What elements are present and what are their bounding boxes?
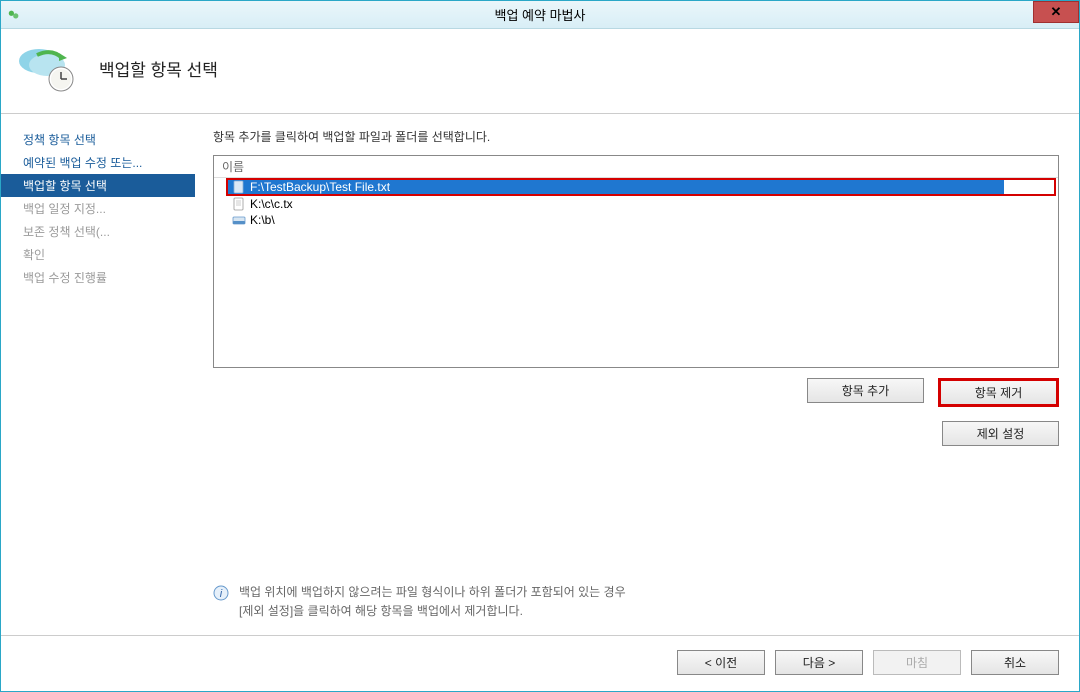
main-panel: 항목 추가를 클릭하여 백업할 파일과 폴더를 선택합니다. 이름 F:\Tes… xyxy=(195,114,1079,635)
list-item-label: K:\c\c.tx xyxy=(250,197,293,211)
list-item-label: F:\TestBackup\Test File.txt xyxy=(250,180,390,194)
next-button[interactable]: 다음 > xyxy=(775,650,863,675)
drive-icon xyxy=(232,213,246,227)
body: 정책 항목 선택 예약된 백업 수정 또는... 백업할 항목 선택 백업 일정… xyxy=(1,114,1079,635)
page-title: 백업할 항목 선택 xyxy=(99,56,218,81)
titlebar: 백업 예약 마법사 ✕ xyxy=(1,1,1079,29)
sidebar-item-retention: 보존 정책 선택(... xyxy=(1,220,195,243)
list-item-label: K:\b\ xyxy=(250,213,275,227)
sidebar-item-policy[interactable]: 정책 항목 선택 xyxy=(1,128,195,151)
list-column-header: 이름 xyxy=(214,156,1058,178)
previous-button[interactable]: < 이전 xyxy=(677,650,765,675)
close-icon: ✕ xyxy=(1051,4,1062,20)
items-listbox[interactable]: 이름 F:\TestBackup\Test File.txt K:\c\c.tx xyxy=(213,155,1059,368)
cancel-button[interactable]: 취소 xyxy=(971,650,1059,675)
button-row-1: 항목 추가 항목 제거 xyxy=(213,378,1059,407)
info-area: i 백업 위치에 백업하지 않으려는 파일 형식이나 하위 폴더가 포함되어 있… xyxy=(213,575,1059,635)
list-item[interactable]: F:\TestBackup\Test File.txt xyxy=(226,178,1056,196)
sidebar-item-select-items[interactable]: 백업할 항목 선택 xyxy=(1,174,195,197)
close-button[interactable]: ✕ xyxy=(1033,1,1079,23)
sidebar: 정책 항목 선택 예약된 백업 수정 또는... 백업할 항목 선택 백업 일정… xyxy=(1,114,195,635)
footer: < 이전 다음 > 마침 취소 xyxy=(1,635,1079,691)
file-icon xyxy=(232,180,246,194)
wizard-window: 백업 예약 마법사 ✕ 백업할 항목 선택 정책 항목 선택 예약된 백업 수정… xyxy=(0,0,1080,692)
wizard-header: 백업할 항목 선택 xyxy=(1,29,1079,113)
list-item[interactable]: K:\b\ xyxy=(214,212,1058,228)
sidebar-item-confirm: 확인 xyxy=(1,243,195,266)
header-icon xyxy=(17,43,79,93)
finish-button: 마침 xyxy=(873,650,961,675)
app-icon xyxy=(7,8,21,22)
sidebar-item-modify[interactable]: 예약된 백업 수정 또는... xyxy=(1,151,195,174)
info-text: 백업 위치에 백업하지 않으려는 파일 형식이나 하위 폴더가 포함되어 있는 … xyxy=(239,583,626,621)
remove-item-button[interactable]: 항목 제거 xyxy=(938,378,1059,407)
instruction-text: 항목 추가를 클릭하여 백업할 파일과 폴더를 선택합니다. xyxy=(213,128,1059,145)
file-icon xyxy=(232,197,246,211)
window-title: 백업 예약 마법사 xyxy=(495,5,586,24)
list-item[interactable]: K:\c\c.tx xyxy=(214,196,1058,212)
sidebar-item-progress: 백업 수정 진행률 xyxy=(1,266,195,289)
exclusion-settings-button[interactable]: 제외 설정 xyxy=(942,421,1059,446)
add-item-button[interactable]: 항목 추가 xyxy=(807,378,924,403)
button-row-2: 제외 설정 xyxy=(213,421,1059,446)
info-icon: i xyxy=(213,585,229,601)
sidebar-item-schedule: 백업 일정 지정... xyxy=(1,197,195,220)
